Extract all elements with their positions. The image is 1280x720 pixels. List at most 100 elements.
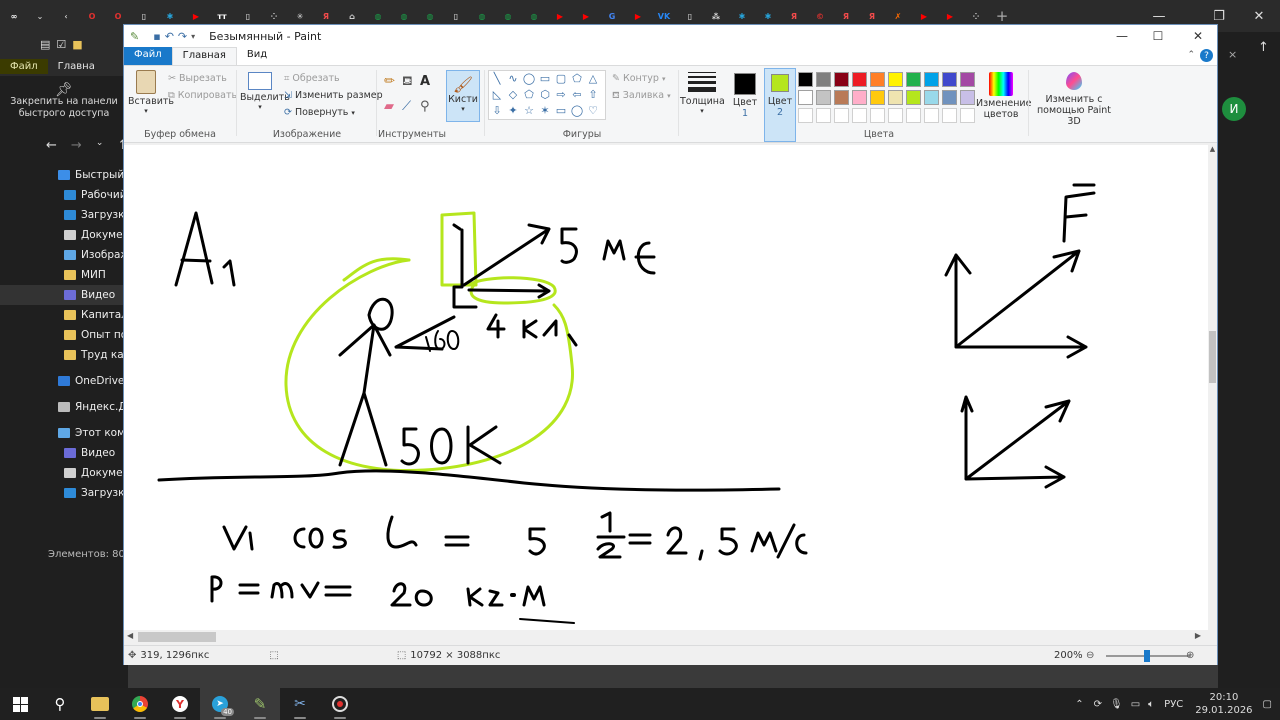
custom-color-swatch[interactable] [852,108,867,123]
tab-home[interactable]: Главная [171,47,237,65]
volume-icon[interactable]: 🔈︎ [1148,699,1154,710]
palette-swatch[interactable] [942,72,957,87]
palette-swatch[interactable] [852,72,867,87]
palette-swatch[interactable] [798,90,813,105]
tree-item[interactable]: Этот комп [0,423,128,443]
search-icon[interactable]: ⚲ [40,688,80,720]
customize-dropdown-icon[interactable]: ▾ [191,32,195,41]
palette-swatch[interactable] [906,90,921,105]
tree-item[interactable]: Загрузки [0,483,128,503]
explorer-tab-file[interactable]: Файл [0,58,48,74]
tab-view[interactable]: Вид [237,47,277,65]
sync-icon[interactable]: ⟳ [1094,699,1102,710]
tree-item[interactable]: OneDrive [0,371,128,391]
palette-swatch[interactable] [870,72,885,87]
explorer-tab-home[interactable]: Главна [48,59,105,74]
redo-icon[interactable]: ↷ [178,30,187,43]
clock[interactable]: 20:10 29.01.2026 [1195,691,1252,717]
tree-item[interactable]: Видео [0,285,128,305]
custom-color-swatch[interactable] [888,108,903,123]
paint3d-button[interactable]: Изменить с помощью Paint 3D [1030,68,1118,142]
properties-icon[interactable]: ▤ [40,38,50,51]
horizontal-scrollbar[interactable]: ◀ ▶ [124,630,1217,644]
up-arrow-icon[interactable]: ↑ [1258,40,1269,55]
zoom-slider-thumb[interactable] [1144,650,1150,662]
select-button[interactable]: Выделить ▾ [240,70,290,111]
tree-item[interactable]: Загрузки [0,205,128,225]
chevron-down-icon[interactable]: ⌄ [28,4,52,28]
collapse-ribbon-icon[interactable]: ⌃ [1187,50,1195,60]
tree-item[interactable]: Видео [0,443,128,463]
custom-color-swatch[interactable] [870,108,885,123]
tree-item[interactable]: Труд как [0,345,128,365]
palette-swatch[interactable] [834,90,849,105]
color-picker-icon[interactable]: ⟋ [402,99,420,114]
palette-swatch[interactable] [888,72,903,87]
fill-dropdown[interactable]: ⛾ Заливка ▾ [612,87,671,104]
size-button[interactable]: Толщина ▾ [680,68,725,142]
edit-colors-button[interactable]: Изменение цветов [976,68,1031,142]
custom-color-swatch[interactable] [816,108,831,123]
telegram-icon[interactable]: ➤ 40 [200,688,240,720]
eraser-icon[interactable]: ▰ [384,99,402,114]
windows-start-icon[interactable] [0,688,40,720]
microphone-icon[interactable]: 🎙︎ [1110,699,1123,710]
back-arrow-icon[interactable]: ← [46,138,57,153]
paint-minimize-icon[interactable]: — [1102,25,1142,47]
scroll-right-icon[interactable]: ▶ [1195,631,1201,640]
close-icon[interactable]: ✕ [1236,0,1280,32]
palette-swatch[interactable] [816,90,831,105]
zoom-slider[interactable] [1106,650,1190,662]
palette-swatch[interactable] [942,90,957,105]
help-icon[interactable]: ? [1200,49,1213,62]
opera-icon[interactable]: О [80,4,104,28]
outline-dropdown[interactable]: ✎ Контур ▾ [612,70,671,87]
snipping-tool-icon[interactable]: ✂ [280,688,320,720]
palette-swatch[interactable] [798,72,813,87]
fill-bucket-icon[interactable]: ⛾ [402,74,420,91]
network-icon[interactable]: ▭ [1131,699,1140,710]
tree-item[interactable]: Яндекс.Ди [0,397,128,417]
palette-swatch[interactable] [816,72,831,87]
scroll-up-icon[interactable]: ▲ [1208,145,1217,153]
copy-button[interactable]: ⧉ Копировать [168,87,237,104]
checkbox-icon[interactable]: ☑ [56,38,66,51]
palette-swatch[interactable] [960,72,975,87]
color2-button[interactable]: Цвет 2 [764,68,796,142]
palette-swatch[interactable] [888,90,903,105]
palette-swatch[interactable] [834,72,849,87]
tab-file[interactable]: Файл [124,47,172,65]
undo-icon[interactable]: ↶ [165,30,174,43]
tree-item[interactable]: Рабочий [0,185,128,205]
color1-button[interactable]: Цвет 1 [728,68,762,142]
tree-item[interactable]: Изображ [0,245,128,265]
tree-item[interactable]: МИП [0,265,128,285]
chevron-up-icon[interactable]: ⌃ [1075,699,1083,710]
vertical-scrollbar[interactable]: ▲ [1208,145,1217,630]
chevron-down-icon[interactable]: ⌄ [96,138,104,153]
recorder-icon[interactable] [320,688,360,720]
notifications-icon[interactable]: ▢ [1263,699,1272,710]
horizontal-scroll-thumb[interactable] [138,632,216,642]
paint-taskbar-icon[interactable]: ✎ [240,688,280,720]
crop-button[interactable]: ⌗ Обрезать [284,70,383,87]
paint-close-icon[interactable]: ✕ [1178,25,1218,47]
tree-item[interactable]: Документ [0,463,128,483]
infinity-icon[interactable]: ∞ [2,4,26,28]
shapes-gallery[interactable]: ╲ ∿ ◯ ▭ ▢ ⬠ △ ◺ ◇ ⬠ ⬡ ⇨ ⇦ ⇧ ⇩ ✦ ☆ ✶ ▭ ◯ ♡ [488,70,606,120]
language-indicator[interactable]: РУС [1164,699,1183,710]
yandex-browser-icon[interactable]: Y [160,688,200,720]
custom-color-swatch[interactable] [906,108,921,123]
paste-button[interactable]: Вставить ▾ [128,70,174,115]
tree-item[interactable]: Быстрый д [0,165,128,185]
zoom-in-icon[interactable]: ⊕ [1186,650,1194,661]
scroll-left-icon[interactable]: ◀ [127,631,133,640]
brushes-button[interactable]: 🖌︎ Кисти ▾ [444,68,482,142]
text-icon[interactable]: A [420,74,438,91]
paint-maximize-icon[interactable]: ☐ [1138,25,1178,47]
cut-button[interactable]: ✂ Вырезать [168,70,237,87]
chrome-icon[interactable] [120,688,160,720]
tree-item[interactable]: Капитал [0,305,128,325]
palette-swatch[interactable] [924,90,939,105]
palette-swatch[interactable] [906,72,921,87]
